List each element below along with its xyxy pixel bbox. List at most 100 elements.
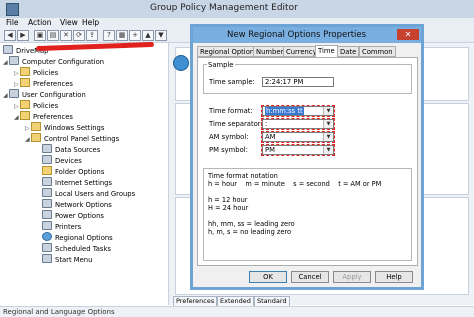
time-format-combo[interactable]: h:mm:ss tt ▼ [261,105,335,117]
am-symbol-combo[interactable]: AM ▼ [261,131,335,143]
time-format-label: Time format: [209,107,253,115]
delete-icon[interactable]: ✕ [60,30,72,41]
globe-icon [173,55,189,71]
window-titlebar: Group Policy Management Editor [0,0,474,19]
refresh-icon[interactable]: ⟳ [73,30,85,41]
devices-icon [42,155,52,164]
computer-icon [9,56,19,65]
ok-button[interactable]: OK [249,271,287,283]
notation-line-5: h, m, s = no leading zero [208,228,291,236]
notation-line-2: h = 12 hour [208,196,248,204]
tree-item-local-users-and-groups[interactable]: Local Users and Groups [42,188,135,198]
tree-item-preferences[interactable]: ▷ Preferences [14,78,73,88]
tree-item-control-panel-settings[interactable]: ◢ Control Panel Settings [25,133,119,143]
am-symbol-value: AM [265,133,276,141]
data-sources-icon [42,144,52,153]
folder-icon [20,67,30,76]
folder-icon [31,133,41,142]
tree-item-scheduled-tasks[interactable]: Scheduled Tasks [42,243,111,253]
folder-options-icon [42,166,52,175]
internet-icon [42,177,52,186]
tasks-icon [42,243,52,252]
view-tabs: Preferences Extended Standard [169,296,474,307]
start-menu-icon [42,254,52,263]
app-icon [6,3,19,16]
move-up-icon[interactable]: ▲ [142,30,154,41]
power-icon [42,210,52,219]
time-tab-panel: Sample Time sample: 2:24:17 PM Time form… [197,57,418,266]
globe-icon [42,232,52,241]
tab-regional-options[interactable]: Regional Options [197,46,261,57]
tree-item-internet-settings[interactable]: Internet Settings [42,177,112,187]
properties-icon[interactable]: ▦ [116,30,128,41]
tree-item-start-menu[interactable]: Start Menu [42,254,92,264]
cancel-button[interactable]: Cancel [291,271,329,283]
time-separator-combo[interactable]: : ▼ [261,118,335,130]
time-sample-label: Time sample: [209,78,255,86]
menu-help[interactable]: Help [82,18,99,27]
properties-dialog: New Regional Options Properties ✕ Region… [190,24,424,290]
up-folder-icon[interactable]: ▣ [34,30,46,41]
tree-item-preferences[interactable]: ◢ Preferences [14,111,73,121]
tree-item-windows-settings[interactable]: ▷ Windows Settings [25,122,104,132]
tree-item-user-configuration[interactable]: ◢ User Configuration [3,89,86,99]
tab-common[interactable]: Common [359,46,396,57]
chevron-down-icon[interactable]: ▼ [323,107,333,115]
menu-view[interactable]: View [60,18,78,27]
tree-item-data-sources[interactable]: Data Sources [42,144,100,154]
pm-symbol-combo[interactable]: PM ▼ [261,144,335,156]
tree-item-folder-options[interactable]: Folder Options [42,166,104,176]
chevron-down-icon[interactable]: ▼ [323,133,333,141]
tree-item-policies[interactable]: ▷ Policies [14,67,58,77]
tree-item-power-options[interactable]: Power Options [42,210,104,220]
folder-icon [20,100,30,109]
tree-item-printers[interactable]: Printers [42,221,81,231]
close-icon[interactable]: ✕ [397,29,419,40]
tree-pane: DriveMap ◢ Computer Configuration ▷ Polici… [0,43,169,305]
chevron-down-icon[interactable]: ▼ [323,120,333,128]
tree-item-regional-options[interactable]: Regional Options [42,232,113,242]
forward-icon[interactable]: ▶ [17,30,29,41]
help-icon[interactable]: ? [103,30,115,41]
dialog-title: New Regional Options Properties [227,30,367,40]
tree-item-devices[interactable]: Devices [42,155,82,165]
notation-line-1: h = hour m = minute s = second t = AM or… [208,180,382,188]
tree-item-computer-configuration[interactable]: ◢ Computer Configuration [3,56,104,66]
user-icon [9,89,19,98]
sample-group-label: Sample [207,61,235,69]
dialog-titlebar: New Regional Options Properties ✕ [193,27,421,43]
export-icon[interactable]: ⇪ [86,30,98,41]
time-separator-label: Time separator: [209,120,263,128]
network-icon [42,199,52,208]
users-icon [42,188,52,197]
add-icon[interactable]: + [129,30,141,41]
folder-icon [20,111,30,120]
move-down-icon[interactable]: ▼ [155,30,167,41]
menu-file[interactable]: File [6,18,19,27]
folder-icon [31,122,41,131]
help-button[interactable]: Help [375,271,413,283]
folder-icon [20,78,30,87]
tree-item-policies[interactable]: ▷ Policies [14,100,58,110]
tab-date[interactable]: Date [337,46,360,57]
pm-symbol-value: PM [265,146,275,154]
apply-button[interactable]: Apply [333,271,371,283]
notation-line-3: H = 24 hour [208,204,249,212]
gpo-icon [3,45,13,54]
menu-action[interactable]: Action [28,18,52,27]
status-bar: Regional and Language Options [0,306,474,317]
back-icon[interactable]: ◀ [4,30,16,41]
time-format-value: h:mm:ss tt [265,107,304,115]
notation-line-4: hh, mm, ss = leading zero [208,220,295,228]
tree-item-network-options[interactable]: Network Options [42,199,112,209]
time-separator-value: : [265,120,268,128]
show-hide-tree-icon[interactable]: ▤ [47,30,59,41]
status-text: Regional and Language Options [3,308,115,316]
window-title: Group Policy Management Editor [150,3,298,13]
notation-title: Time format notation [208,172,278,180]
am-symbol-label: AM symbol: [209,133,249,141]
printer-icon [42,221,52,230]
chevron-down-icon[interactable]: ▼ [323,146,333,154]
pm-symbol-label: PM symbol: [209,146,248,154]
time-sample-field: 2:24:17 PM [262,77,334,87]
